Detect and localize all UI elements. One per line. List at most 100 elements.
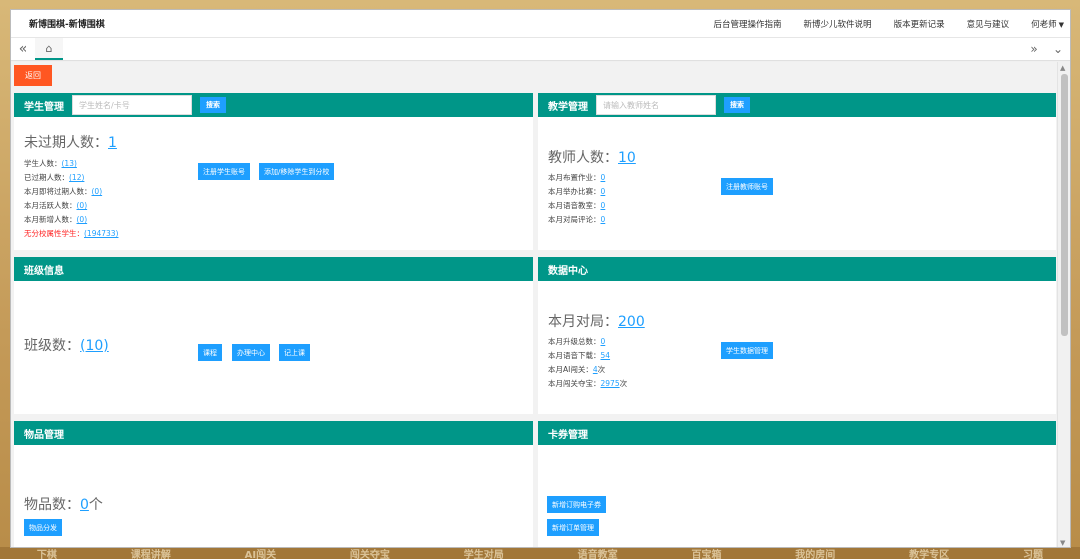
scroll-left-icon[interactable]: « bbox=[11, 41, 35, 57]
home-tab-icon[interactable]: ⌂ bbox=[35, 38, 63, 60]
nav-guide-link[interactable]: 后台管理操作指南 bbox=[714, 18, 782, 30]
class-count-link[interactable]: (10) bbox=[80, 338, 109, 354]
teacher-count-link[interactable]: 10 bbox=[618, 150, 636, 166]
bg-menu-item: 百宝箱 bbox=[691, 549, 722, 559]
stat-row: 本月布置作业：0 bbox=[548, 171, 605, 185]
tab-menu-chevron-icon[interactable]: ⌄ bbox=[1046, 42, 1070, 56]
stat-label: 本月AI闯关： bbox=[548, 365, 593, 374]
goods-panel: 物品管理 物品数：0个 物品分发 bbox=[14, 421, 533, 547]
unassigned-value-link[interactable]: (194733) bbox=[84, 229, 118, 238]
unassigned-label: 无分校属性学生： bbox=[24, 229, 84, 238]
scrollbar-thumb[interactable] bbox=[1061, 74, 1068, 336]
monthly-games: 本月对局：200 bbox=[548, 311, 645, 331]
bg-menu-item: AI闯关 bbox=[244, 549, 277, 559]
stat-value-link[interactable]: 0 bbox=[601, 337, 606, 346]
caret-down-icon: ▼ bbox=[1058, 20, 1064, 29]
stat-row: 本月新增人数：(0) bbox=[24, 213, 118, 227]
teacher-search-button[interactable]: 搜索 bbox=[724, 97, 750, 113]
stat-row: 本月闯关夺宝：2975次 bbox=[548, 377, 627, 391]
student-search-input[interactable] bbox=[72, 95, 192, 115]
office-center-button[interactable]: 办理中心 bbox=[232, 344, 270, 361]
stat-value-link[interactable]: 2975 bbox=[601, 379, 620, 388]
add-ecard-button[interactable]: 新增订购电子券 bbox=[547, 496, 606, 513]
class-count-label: 班级数： bbox=[24, 338, 80, 354]
stat-value-link[interactable]: 0 bbox=[601, 215, 606, 224]
back-button[interactable]: 返回 bbox=[14, 65, 52, 86]
stat-value-link[interactable]: (0) bbox=[77, 201, 88, 210]
user-name: 何老师 bbox=[1031, 19, 1057, 30]
add-order-button[interactable]: 新增订单管理 bbox=[547, 519, 599, 536]
card-panel: 卡券管理 新增订购电子券 新增订单管理 bbox=[538, 421, 1056, 547]
nav-software-link[interactable]: 新博少儿软件说明 bbox=[804, 18, 872, 30]
scroll-right-icon[interactable]: » bbox=[1022, 42, 1046, 56]
stat-label: 本月升级总数： bbox=[548, 337, 601, 346]
user-menu[interactable]: 何老师 ▼ bbox=[1031, 18, 1064, 30]
scroll-up-icon[interactable]: ▲ bbox=[1060, 64, 1065, 72]
goods-count-link[interactable]: 0 bbox=[80, 497, 89, 513]
goods-distribute-button[interactable]: 物品分发 bbox=[24, 519, 62, 536]
stat-label: 本月语音教室： bbox=[548, 201, 601, 210]
stat-label: 已过期人数： bbox=[24, 173, 69, 182]
stat-label: 本月举办比赛： bbox=[548, 187, 601, 196]
course-button[interactable]: 课程 bbox=[198, 344, 222, 361]
nav-feedback-link[interactable]: 意见与建议 bbox=[967, 18, 1010, 30]
main-content: 返回 学生管理 搜索 未过期人数：1 学生人数：(13) 已过期人数：(12) … bbox=[11, 62, 1059, 547]
teacher-stats: 本月布置作业：0 本月举办比赛：0 本月语音教室：0 本月对局评论：0 bbox=[548, 171, 605, 227]
stat-value-link[interactable]: (13) bbox=[62, 159, 77, 168]
background-bottom-menu: 下棋 课程讲解 AI闯关 闯关夺宝 学生对局 语音教室 百宝箱 我的房间 教学专… bbox=[0, 547, 1080, 559]
goods-count-label: 物品数： bbox=[24, 497, 80, 513]
bg-menu-item: 教学专区 bbox=[909, 549, 950, 559]
teacher-count: 教师人数：10 bbox=[548, 147, 636, 167]
stat-label: 本月新增人数： bbox=[24, 215, 77, 224]
student-stats: 学生人数：(13) 已过期人数：(12) 本月即将过期人数：(0) 本月活跃人数… bbox=[24, 157, 118, 241]
vertical-scrollbar[interactable]: ▲ ▼ bbox=[1057, 62, 1070, 547]
top-nav: 后台管理操作指南 新博少儿软件说明 版本更新记录 意见与建议 何老师 ▼ bbox=[714, 18, 1070, 30]
stat-label: 本月语音下载： bbox=[548, 351, 601, 360]
stat-value-link[interactable]: 0 bbox=[601, 201, 606, 210]
stat-row: 本月活跃人数：(0) bbox=[24, 199, 118, 213]
register-teacher-button[interactable]: 注册教师账号 bbox=[721, 178, 773, 195]
class-panel-title: 班级信息 bbox=[24, 265, 64, 277]
stat-value-link[interactable]: (0) bbox=[92, 187, 103, 196]
student-search-button[interactable]: 搜索 bbox=[200, 97, 226, 113]
stat-value-link[interactable]: (0) bbox=[77, 215, 88, 224]
bg-menu-item: 下棋 bbox=[36, 549, 57, 559]
stat-row: 本月对局评论：0 bbox=[548, 213, 605, 227]
stat-value-link[interactable]: (12) bbox=[69, 173, 84, 182]
nav-changelog-link[interactable]: 版本更新记录 bbox=[894, 18, 945, 30]
header-bar: 新博围棋-新博围棋 后台管理操作指南 新博少儿软件说明 版本更新记录 意见与建议… bbox=[11, 10, 1070, 38]
student-data-manage-button[interactable]: 学生数据管理 bbox=[721, 342, 773, 359]
goods-count: 物品数：0个 bbox=[24, 494, 103, 514]
assign-branch-button[interactable]: 添加/移除学生到分校 bbox=[259, 163, 335, 180]
data-panel: 数据中心 本月对局：200 本月升级总数：0 本月语音下载：54 本月AI闯关：… bbox=[538, 257, 1056, 414]
stat-label: 本月即将过期人数： bbox=[24, 187, 92, 196]
teacher-panel-title: 教学管理 bbox=[548, 101, 588, 113]
tab-bar: « ⌂ » ⌄ bbox=[11, 38, 1070, 61]
stat-suffix: 次 bbox=[619, 379, 628, 388]
class-panel: 班级信息 班级数：(10) 课程 办理中心 记上课 bbox=[14, 257, 533, 414]
stat-value-link[interactable]: 0 bbox=[601, 187, 606, 196]
stat-row: 本月升级总数：0 bbox=[548, 335, 627, 349]
data-panel-header: 数据中心 bbox=[538, 257, 1056, 281]
stat-row: 本月举办比赛：0 bbox=[548, 185, 605, 199]
teacher-panel-header: 教学管理 搜索 bbox=[538, 93, 1056, 117]
stat-value-link[interactable]: 54 bbox=[601, 351, 611, 360]
student-panel-header: 学生管理 搜索 bbox=[14, 93, 533, 117]
stat-value-link[interactable]: 0 bbox=[601, 173, 606, 182]
stat-row: 学生人数：(13) bbox=[24, 157, 118, 171]
unexpired-value-link[interactable]: 1 bbox=[108, 135, 117, 151]
record-class-button[interactable]: 记上课 bbox=[279, 344, 310, 361]
teacher-search-input[interactable] bbox=[596, 95, 716, 115]
goods-panel-header: 物品管理 bbox=[14, 421, 533, 445]
scroll-down-icon[interactable]: ▼ bbox=[1060, 539, 1065, 547]
bg-menu-item: 语音教室 bbox=[577, 549, 618, 559]
student-panel-title: 学生管理 bbox=[24, 101, 64, 113]
data-stats: 本月升级总数：0 本月语音下载：54 本月AI闯关：4次 本月闯关夺宝：2975… bbox=[548, 335, 627, 391]
stat-label: 本月活跃人数： bbox=[24, 201, 77, 210]
register-student-button[interactable]: 注册学生账号 bbox=[198, 163, 250, 180]
monthly-games-link[interactable]: 200 bbox=[618, 314, 645, 330]
stat-row: 本月即将过期人数：(0) bbox=[24, 185, 118, 199]
bg-menu-item: 闯关夺宝 bbox=[349, 549, 390, 559]
card-panel-title: 卡券管理 bbox=[548, 429, 588, 441]
stat-row: 本月语音教室：0 bbox=[548, 199, 605, 213]
